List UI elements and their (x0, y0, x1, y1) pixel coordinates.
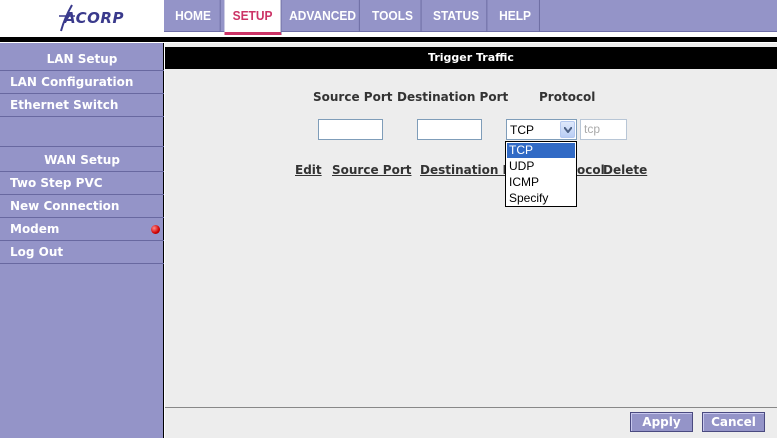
sidebar: LAN Setup LAN Configuration Ethernet Swi… (0, 43, 164, 438)
nav-home[interactable]: HOME (166, 0, 221, 32)
destination-port-label: Destination Port (397, 90, 509, 104)
header-divider (0, 35, 779, 43)
protocol-label: Protocol (539, 90, 596, 104)
protocol-dropdown-list: TCP UDP ICMP Specify (505, 141, 577, 207)
sidebar-header-lan: LAN Setup (0, 48, 164, 71)
top-nav: HOME SETUP ADVANCED TOOLS STATUS HELP (164, 0, 777, 35)
col-source-port[interactable]: Source Port (332, 163, 411, 177)
protocol-select-value: TCP (510, 123, 534, 137)
sidebar-item-lan-configuration[interactable]: LAN Configuration (0, 71, 164, 94)
source-port-label: Source Port (313, 90, 393, 104)
sidebar-item-ethernet-switch[interactable]: Ethernet Switch (0, 94, 164, 117)
protocol-option-specify[interactable]: Specify (507, 191, 575, 206)
sidebar-item-two-step-pvc[interactable]: Two Step PVC (0, 172, 164, 195)
status-indicator-icon (151, 225, 160, 234)
col-protocol[interactable]: ocol (577, 163, 605, 177)
nav-tools[interactable]: TOOLS (364, 0, 422, 32)
cancel-button[interactable]: Cancel (702, 412, 765, 432)
col-delete[interactable]: Delete (603, 163, 647, 177)
nav-status[interactable]: STATUS (426, 0, 488, 32)
footer-divider (165, 407, 777, 408)
nav-advanced[interactable]: ADVANCED (286, 0, 360, 32)
protocol-select[interactable]: TCP (506, 119, 577, 140)
protocol-option-icmp[interactable]: ICMP (507, 175, 575, 190)
page-title: Trigger Traffic (165, 47, 777, 69)
logo-text: ACORP (64, 9, 124, 27)
chevron-down-icon[interactable] (560, 121, 575, 138)
nav-setup[interactable]: SETUP (224, 0, 282, 35)
protocol-option-tcp[interactable]: TCP (507, 143, 575, 158)
source-port-input[interactable] (318, 119, 383, 140)
logo: ACORP (0, 0, 164, 35)
protocol-option-udp[interactable]: UDP (507, 159, 575, 174)
sidebar-item-modem[interactable]: Modem (0, 218, 164, 241)
sidebar-header-wan: WAN Setup (0, 149, 164, 172)
sidebar-item-log-out[interactable]: Log Out (0, 241, 164, 264)
sidebar-item-modem-label: Modem (10, 222, 60, 236)
sidebar-spacer (0, 117, 164, 147)
col-destination-port[interactable]: Destination P (420, 163, 511, 177)
col-edit[interactable]: Edit (295, 163, 322, 177)
sidebar-item-new-connection[interactable]: New Connection (0, 195, 164, 218)
nav-help[interactable]: HELP (491, 0, 540, 32)
destination-port-input[interactable] (417, 119, 482, 140)
apply-button[interactable]: Apply (630, 412, 693, 432)
protocol-number-input[interactable]: tcp (580, 119, 627, 140)
